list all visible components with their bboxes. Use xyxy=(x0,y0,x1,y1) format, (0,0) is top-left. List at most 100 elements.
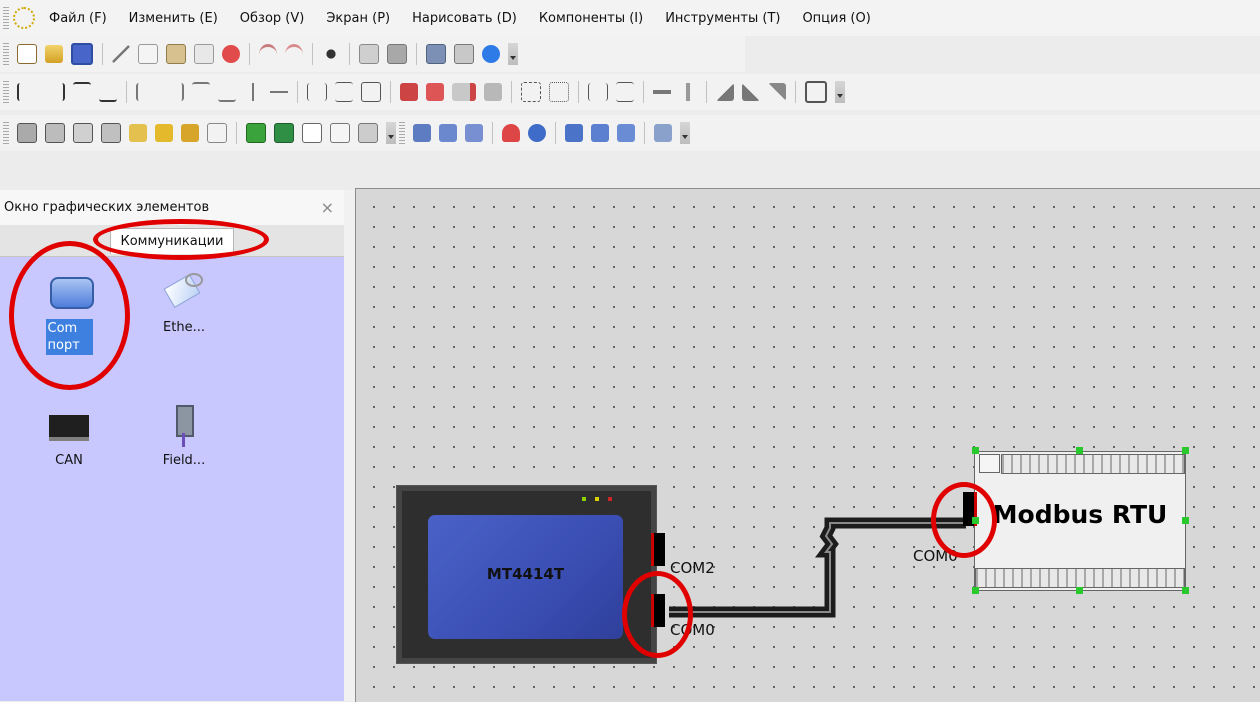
selection-handle[interactable] xyxy=(972,447,979,454)
online-simulation-icon[interactable] xyxy=(465,124,483,142)
gallery-item-ethernet[interactable]: Ethe... xyxy=(144,270,224,336)
design-canvas[interactable]: MT4414T COM2 COM0 Modbus RTU COM0 xyxy=(355,188,1260,702)
selection-handle[interactable] xyxy=(1182,517,1189,524)
trend-icon[interactable] xyxy=(565,124,583,142)
vertical-line-icon[interactable] xyxy=(679,83,697,101)
menu-view[interactable]: Обзор (V) xyxy=(240,11,305,26)
undo-icon[interactable] xyxy=(259,43,277,65)
send-backward-icon[interactable] xyxy=(484,83,502,101)
menu-components[interactable]: Компоненты (I) xyxy=(539,11,643,26)
toolbar-overflow-chevron-icon[interactable] xyxy=(835,81,845,103)
compile-icon[interactable] xyxy=(413,124,431,142)
add-screen-icon[interactable] xyxy=(246,123,266,143)
align-left-icon[interactable] xyxy=(17,83,37,101)
print-preview-icon[interactable] xyxy=(359,44,379,64)
print-icon[interactable] xyxy=(387,44,407,64)
copy-icon[interactable] xyxy=(138,44,158,64)
align-top-icon[interactable] xyxy=(73,82,91,102)
word-address-icon[interactable] xyxy=(73,123,93,143)
center-vertical-icon[interactable] xyxy=(270,83,288,101)
redo-icon[interactable] xyxy=(285,43,303,65)
align-right-icon[interactable] xyxy=(45,83,65,101)
upload-icon[interactable] xyxy=(528,124,546,142)
align-bottom-icon[interactable] xyxy=(99,82,117,102)
toolbar-overflow-chevron-icon[interactable] xyxy=(680,122,690,144)
bring-to-front-icon[interactable] xyxy=(400,83,418,101)
open-folder-icon[interactable] xyxy=(45,45,63,63)
duplicate-icon[interactable] xyxy=(194,44,214,64)
alarm-icon[interactable] xyxy=(591,124,609,142)
toolbar-overflow-chevron-icon[interactable] xyxy=(386,122,396,144)
horizontal-line-icon[interactable] xyxy=(653,83,671,101)
flip-horizontal-icon[interactable] xyxy=(742,83,760,101)
menu-tools[interactable]: Инструменты (T) xyxy=(665,11,780,26)
same-width-icon[interactable] xyxy=(307,83,327,101)
distribute-vertical-icon[interactable] xyxy=(616,82,634,102)
close-icon[interactable]: × xyxy=(321,198,334,217)
schedule-icon[interactable] xyxy=(207,123,227,143)
lock-icon[interactable] xyxy=(805,81,827,103)
screen-icon[interactable] xyxy=(17,123,37,143)
pass-through-icon[interactable] xyxy=(654,124,672,142)
menu-file[interactable]: Файл (F) xyxy=(49,11,107,26)
flip-vertical-icon[interactable] xyxy=(716,83,734,101)
same-height-icon[interactable] xyxy=(335,82,353,102)
picture-library-icon[interactable] xyxy=(274,123,294,143)
toolbar-separator xyxy=(795,81,796,103)
project-properties-icon[interactable] xyxy=(426,44,446,64)
toolbar-separator xyxy=(349,43,350,65)
hmi-port-com2[interactable] xyxy=(651,533,665,566)
user-icon[interactable] xyxy=(181,124,199,142)
sun-icon[interactable] xyxy=(13,7,35,29)
right-edge-icon[interactable] xyxy=(164,83,184,101)
selection-handle[interactable] xyxy=(1076,447,1083,454)
left-edge-icon[interactable] xyxy=(136,83,156,101)
save-icon[interactable] xyxy=(71,43,93,65)
find-icon[interactable] xyxy=(322,45,340,63)
center-horizontal-icon[interactable] xyxy=(244,83,262,101)
distribute-horizontal-icon[interactable] xyxy=(588,83,608,101)
hmi-device-mt4414t[interactable]: MT4414T xyxy=(396,485,665,664)
cut-icon[interactable] xyxy=(112,45,130,63)
recipe-icon[interactable] xyxy=(129,124,147,142)
selection-handle[interactable] xyxy=(1182,587,1189,594)
selection-handle[interactable] xyxy=(1076,587,1083,594)
splitter[interactable] xyxy=(344,190,355,701)
toolbar-separator xyxy=(236,122,237,144)
data-list-icon[interactable] xyxy=(101,123,121,143)
plc-device-modbus-rtu[interactable]: Modbus RTU xyxy=(963,451,1186,591)
menu-screen[interactable]: Экран (P) xyxy=(326,11,390,26)
ungroup-icon[interactable] xyxy=(549,82,569,102)
same-size-icon[interactable] xyxy=(361,82,381,102)
event-log-icon[interactable] xyxy=(617,124,635,142)
toolbar-separator xyxy=(492,122,493,144)
toolbar-grip xyxy=(3,43,9,65)
paste-icon[interactable] xyxy=(166,44,186,64)
group-icon[interactable] xyxy=(521,82,541,102)
macro-icon[interactable] xyxy=(302,123,322,143)
gallery-item-fieldbus[interactable]: Field... xyxy=(144,403,224,469)
bring-forward-icon[interactable] xyxy=(452,83,476,101)
rotate-icon[interactable] xyxy=(768,83,786,101)
menu-options[interactable]: Опция (O) xyxy=(802,11,870,26)
selection-handle[interactable] xyxy=(972,587,979,594)
menu-draw[interactable]: Нарисовать (D) xyxy=(412,11,517,26)
selection-handle[interactable] xyxy=(1182,447,1189,454)
delete-icon[interactable] xyxy=(222,45,240,63)
settings-icon[interactable] xyxy=(454,44,474,64)
bottom-edge-icon[interactable] xyxy=(218,82,236,102)
top-edge-icon[interactable] xyxy=(192,82,210,102)
help-icon[interactable] xyxy=(482,45,500,63)
text-library-icon[interactable] xyxy=(330,123,350,143)
bit-address-icon[interactable] xyxy=(45,123,65,143)
menu-edit[interactable]: Изменить (E) xyxy=(129,11,218,26)
toolbar-overflow-chevron-icon[interactable] xyxy=(508,43,518,65)
sound-icon[interactable] xyxy=(155,124,173,142)
download-icon[interactable] xyxy=(502,124,520,142)
gallery-item-can[interactable]: CAN xyxy=(29,403,109,469)
send-to-back-icon[interactable] xyxy=(426,83,444,101)
tools-icon[interactable] xyxy=(358,123,378,143)
offline-simulation-icon[interactable] xyxy=(439,124,457,142)
toolbar-separator xyxy=(249,43,250,65)
new-project-icon[interactable] xyxy=(17,44,37,64)
